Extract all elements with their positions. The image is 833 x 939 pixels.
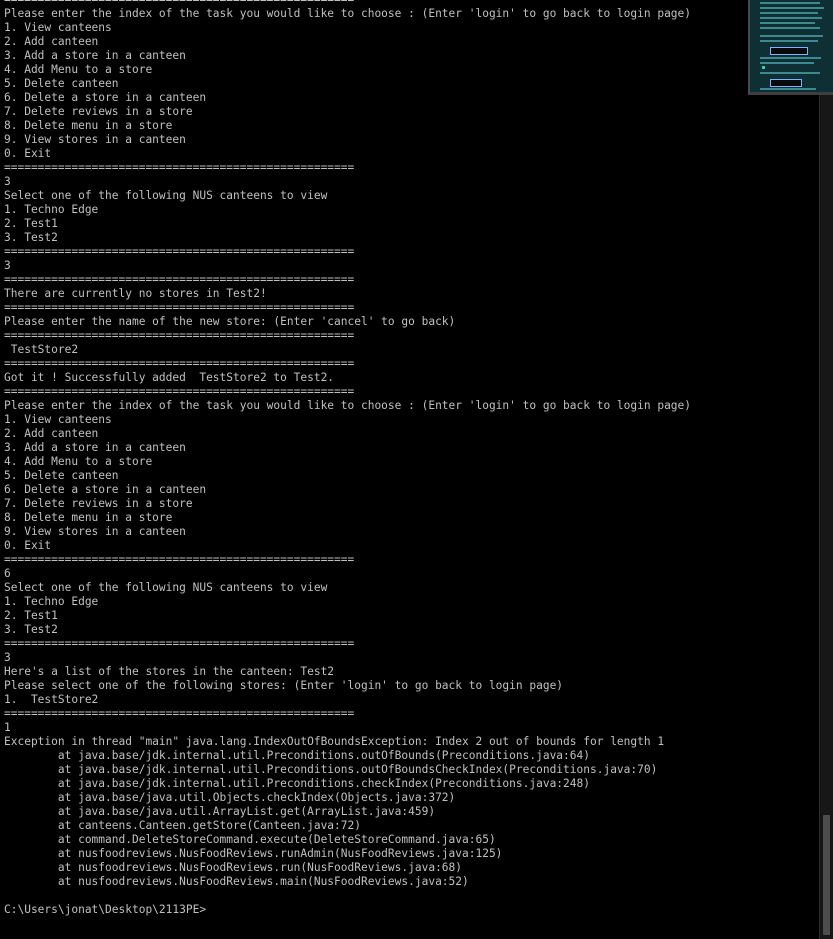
console-line: ========================================… [4, 707, 355, 720]
scrollbar-thumb[interactable] [823, 815, 830, 935]
console-line: 7. Delete reviews in a store [4, 105, 193, 118]
console-line: 4. Add Menu to a store [4, 63, 153, 76]
console-line: ========================================… [4, 357, 355, 370]
console-window[interactable]: ========================================… [0, 0, 820, 939]
console-line: 3 [4, 259, 11, 272]
console-line: 5. Delete canteen [4, 469, 119, 482]
console-line: ========================================… [4, 385, 355, 398]
console-line: 2. Test1 [4, 217, 58, 230]
console-line: 9. View stores in a canteen [4, 525, 186, 538]
console-line: 7. Delete reviews in a store [4, 497, 193, 510]
console-line: 8. Delete menu in a store [4, 119, 173, 132]
console-line: 6. Delete a store in a canteen [4, 91, 207, 104]
console-line: ========================================… [4, 329, 355, 342]
console-line: C:\Users\jonat\Desktop\2113PE> [4, 903, 207, 916]
console-line: Select one of the following NUS canteens… [4, 189, 328, 202]
console-line: Please enter the name of the new store: … [4, 315, 456, 328]
console-line: at java.base/java.util.Objects.checkInde… [4, 791, 456, 804]
console-line: 3. Test2 [4, 231, 58, 244]
overlapping-window-thumbnail [748, 0, 833, 95]
console-line: 9. View stores in a canteen [4, 133, 186, 146]
console-line: Please enter the index of the task you w… [4, 399, 692, 412]
console-line: at java.base/java.util.ArrayList.get(Arr… [4, 805, 436, 818]
console-line: 5. Delete canteen [4, 77, 119, 90]
console-line: Select one of the following NUS canteens… [4, 581, 328, 594]
console-line: 1. View canteens [4, 21, 112, 34]
console-line: ========================================… [4, 553, 355, 566]
console-line: 2. Add canteen [4, 35, 99, 48]
console-line: at java.base/jdk.internal.util.Precondit… [4, 749, 590, 762]
console-line: at java.base/jdk.internal.util.Precondit… [4, 777, 590, 790]
console-line: 1. Techno Edge [4, 595, 99, 608]
console-line: 3. Test2 [4, 623, 58, 636]
console-line: ========================================… [4, 161, 355, 174]
console-line: Got it ! Successfully added TestStore2 t… [4, 371, 335, 384]
console-line: 3 [4, 175, 11, 188]
console-line: Please enter the index of the task you w… [4, 7, 692, 20]
console-line: 3. Add a store in a canteen [4, 441, 186, 454]
console-line: Here's a list of the stores in the cante… [4, 665, 335, 678]
console-line: 0. Exit [4, 539, 52, 552]
console-line: 2. Add canteen [4, 427, 99, 440]
console-line: 4. Add Menu to a store [4, 455, 153, 468]
console-line: 8. Delete menu in a store [4, 511, 173, 524]
console-line: ========================================… [4, 301, 355, 314]
console-line: 6 [4, 567, 11, 580]
console-line: 2. Test1 [4, 609, 58, 622]
console-line: at java.base/jdk.internal.util.Precondit… [4, 763, 658, 776]
console-line: 3 [4, 651, 11, 664]
console-line: at nusfoodreviews.NusFoodReviews.runAdmi… [4, 847, 503, 860]
console-line: 1. TestStore2 [4, 693, 99, 706]
console-line: ========================================… [4, 245, 355, 258]
console-line: TestStore2 [4, 343, 79, 356]
console-line: at nusfoodreviews.NusFoodReviews.run(Nus… [4, 861, 463, 874]
console-line: ========================================… [4, 637, 355, 650]
vertical-scrollbar[interactable] [819, 0, 833, 939]
console-line: There are currently no stores in Test2! [4, 287, 267, 300]
console-line: at command.DeleteStoreCommand.execute(De… [4, 833, 496, 846]
console-output: ========================================… [4, 0, 691, 917]
console-line: ========================================… [4, 273, 355, 286]
console-line: 1. View canteens [4, 413, 112, 426]
console-line: 1 [4, 721, 11, 734]
console-line: at canteens.Canteen.getStore(Canteen.jav… [4, 819, 361, 832]
console-line: Please select one of the following store… [4, 679, 564, 692]
console-line: Exception in thread "main" java.lang.Ind… [4, 735, 665, 748]
console-line: ========================================… [4, 0, 691, 7]
console-line: at nusfoodreviews.NusFoodReviews.main(Nu… [4, 875, 469, 888]
console-line: 6. Delete a store in a canteen [4, 483, 207, 496]
console-line: 0. Exit [4, 147, 52, 160]
console-line: 1. Techno Edge [4, 203, 99, 216]
console-line: 3. Add a store in a canteen [4, 49, 186, 62]
